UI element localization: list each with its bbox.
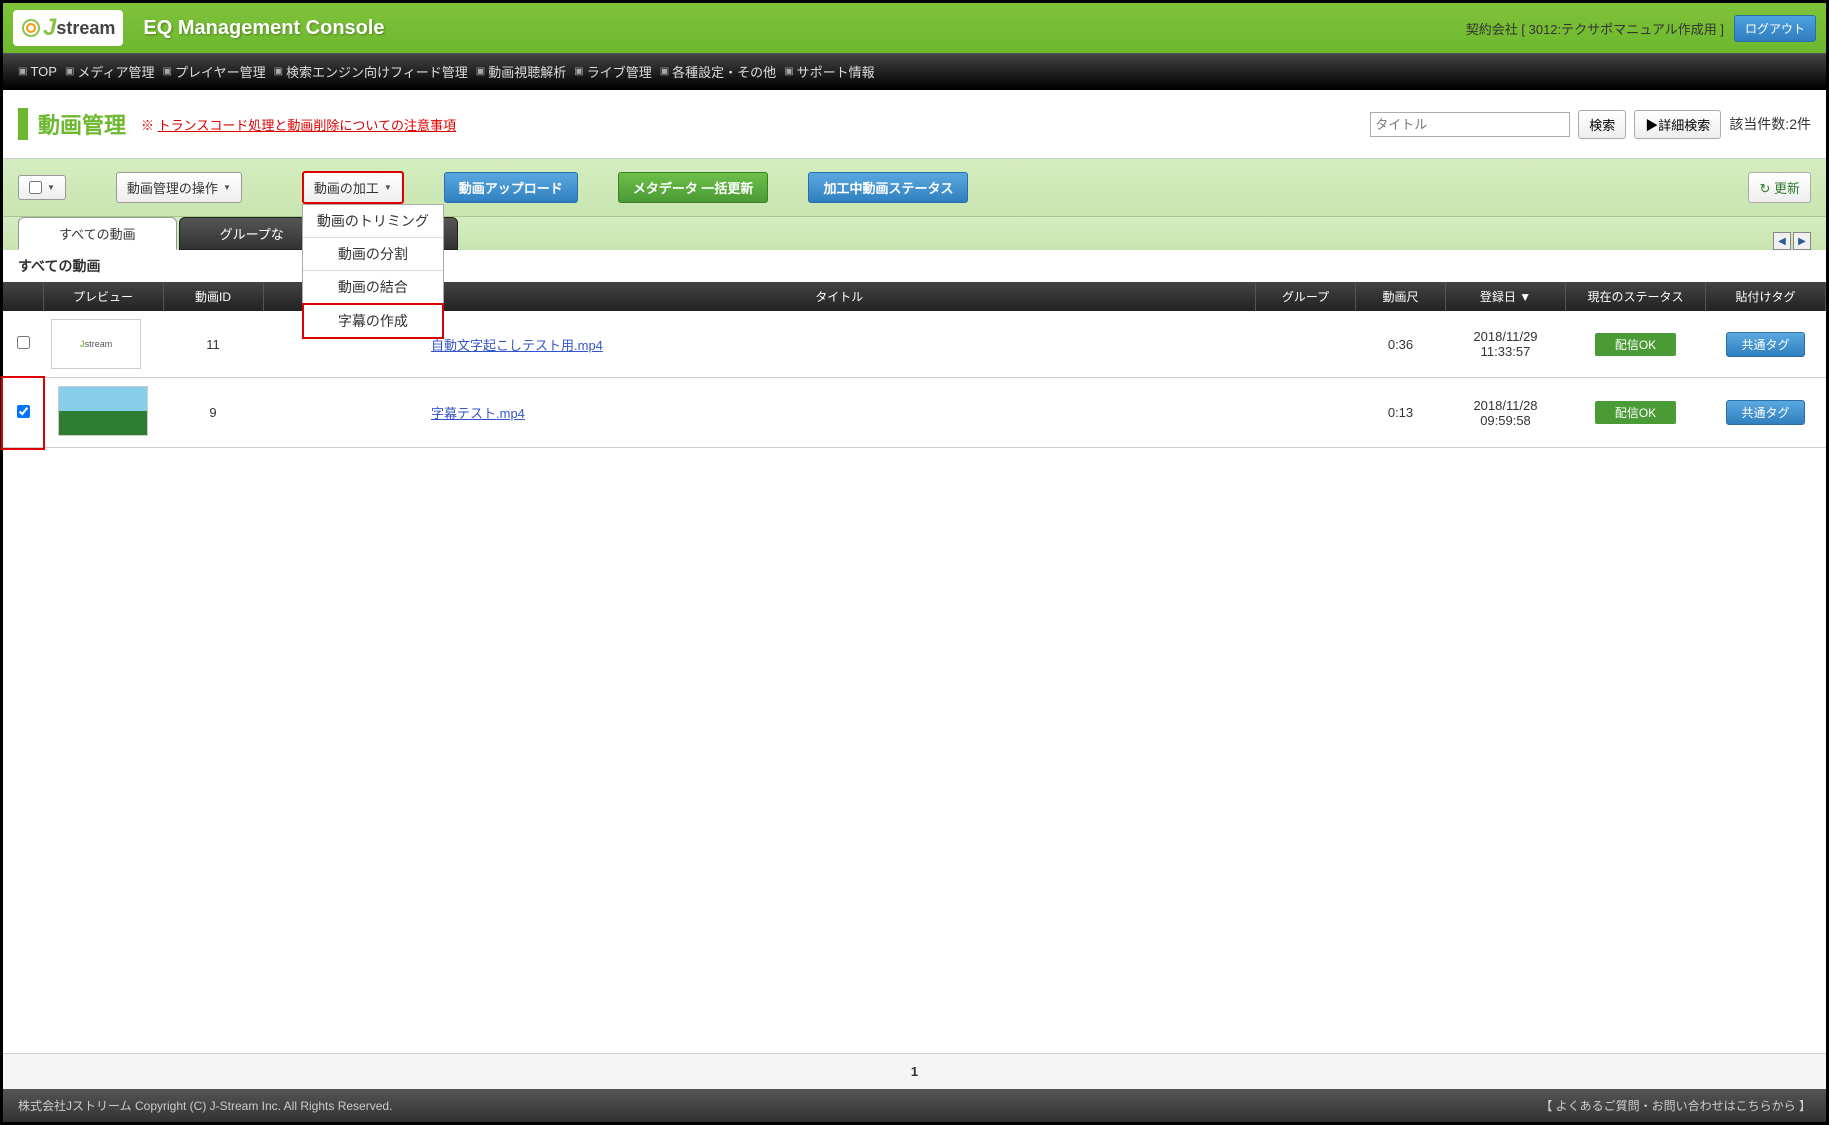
- checkbox-select-dropdown[interactable]: [18, 175, 66, 200]
- table-row: 9 字幕テスト.mp4 0:13 2018/11/2809:59:58 配信OK…: [3, 378, 1826, 448]
- toolbar: 動画管理の操作 動画の加工 動画のトリミング 動画の分割 動画の結合 字幕の作成…: [3, 159, 1826, 217]
- process-ops-menu: 動画のトリミング 動画の分割 動画の結合 字幕の作成: [302, 204, 444, 339]
- row-duration: 0:36: [1356, 311, 1446, 378]
- search-button[interactable]: 検索: [1578, 110, 1626, 139]
- row-preview: Jstream: [43, 311, 163, 378]
- page-number[interactable]: 1: [911, 1064, 918, 1079]
- detail-search-button[interactable]: ▶詳細検索: [1634, 110, 1721, 139]
- app-title: EQ Management Console: [143, 17, 384, 40]
- process-ops-dropdown[interactable]: 動画の加工: [302, 171, 404, 204]
- th-check: [3, 282, 43, 311]
- warning-note: ※ トランスコード処理と動画削除についての注意事項: [141, 115, 456, 134]
- th-status: 現在のステータス: [1566, 282, 1706, 311]
- thumbnail[interactable]: Jstream: [51, 319, 141, 369]
- row-date: 2018/11/2911:33:57: [1446, 311, 1566, 378]
- logo-text: stream: [56, 18, 115, 39]
- row-checkbox[interactable]: [17, 336, 30, 349]
- logo: J stream: [13, 10, 123, 46]
- row-title-cell: 字幕テスト.mp4: [423, 378, 1256, 448]
- menu-split[interactable]: 動画の分割: [303, 238, 443, 271]
- nav-settings[interactable]: 各種設定・その他: [660, 62, 776, 81]
- tab-all[interactable]: すべての動画: [18, 217, 177, 250]
- app-header: J stream EQ Management Console 契約会社 [ 30…: [3, 3, 1826, 53]
- row-status: 配信OK: [1566, 311, 1706, 378]
- refresh-button[interactable]: ↻ 更新: [1748, 172, 1811, 203]
- thumbnail[interactable]: [58, 386, 148, 436]
- row-tag: 共通タグ: [1706, 311, 1826, 378]
- logo-swirl-icon: [21, 18, 41, 38]
- tabs: すべての動画 グループな テストG ◀ ▶: [3, 217, 1826, 250]
- processing-status-button[interactable]: 加工中動画ステータス: [808, 172, 968, 203]
- nav-top[interactable]: TOP: [18, 62, 57, 81]
- row-checkbox-cell: [3, 311, 43, 378]
- row-checkbox-cell: [3, 378, 43, 448]
- row-id: 11: [163, 311, 263, 378]
- video-title-link[interactable]: 自動文字起こしテスト用.mp4: [431, 335, 1248, 354]
- refresh-icon: ↻: [1759, 181, 1770, 196]
- row-group: [1256, 311, 1356, 378]
- row-tag: 共通タグ: [1706, 378, 1826, 448]
- logout-button[interactable]: ログアウト: [1734, 15, 1816, 42]
- row-status: 配信OK: [1566, 378, 1706, 448]
- th-group: グループ: [1256, 282, 1356, 311]
- row-duration: 0:13: [1356, 378, 1446, 448]
- tab-next-icon[interactable]: ▶: [1793, 232, 1811, 250]
- upload-button[interactable]: 動画アップロード: [444, 172, 578, 203]
- nav-analytics[interactable]: 動画視聴解析: [476, 62, 566, 81]
- video-table: プレビュー 動画ID タイトル グループ 動画尺 登録日 ▼ 現在のステータス …: [3, 282, 1826, 448]
- footer-faq-link[interactable]: 【 よくあるご質問・お問い合わせはこちらから 】: [1540, 1097, 1811, 1114]
- row-group: [1256, 378, 1356, 448]
- search-input[interactable]: [1370, 112, 1570, 137]
- nav-media[interactable]: メディア管理: [65, 62, 155, 81]
- common-tag-button[interactable]: 共通タグ: [1726, 332, 1804, 357]
- page-bar: 動画管理 ※ トランスコード処理と動画削除についての注意事項 検索 ▶詳細検索 …: [3, 90, 1826, 159]
- th-preview: プレビュー: [43, 282, 163, 311]
- nav-feed[interactable]: 検索エンジン向けフィード管理: [274, 62, 468, 81]
- main-nav: TOP メディア管理 プレイヤー管理 検索エンジン向けフィード管理 動画視聴解析…: [3, 53, 1826, 90]
- th-duration: 動画尺: [1356, 282, 1446, 311]
- row-title-cell: 自動文字起こしテスト用.mp4: [423, 311, 1256, 378]
- th-title: タイトル: [423, 282, 1256, 311]
- logo-j: J: [43, 14, 56, 42]
- nav-player[interactable]: プレイヤー管理: [163, 62, 266, 81]
- th-id: 動画ID: [163, 282, 263, 311]
- nav-support[interactable]: サポート情報: [784, 62, 874, 81]
- row-id: 9: [163, 378, 263, 448]
- status-badge: 配信OK: [1595, 401, 1676, 424]
- footer: 株式会社Jストリーム Copyright (C) J-Stream Inc. A…: [3, 1089, 1826, 1122]
- status-badge: 配信OK: [1595, 333, 1676, 356]
- manage-ops-dropdown[interactable]: 動画管理の操作: [116, 172, 242, 203]
- th-date[interactable]: 登録日 ▼: [1446, 282, 1566, 311]
- row-date: 2018/11/2809:59:58: [1446, 378, 1566, 448]
- table-row: Jstream 11 自動文字起こしテスト用.mp4 0:36 2018/11/…: [3, 311, 1826, 378]
- tab-prev-icon[interactable]: ◀: [1773, 232, 1791, 250]
- section-subtitle: すべての動画: [3, 250, 1826, 282]
- row-preview: [43, 378, 163, 448]
- common-tag-button[interactable]: 共通タグ: [1726, 400, 1804, 425]
- meta-update-button[interactable]: メタデータ 一括更新: [618, 172, 769, 203]
- menu-merge[interactable]: 動画の結合: [303, 271, 443, 304]
- row-blank: [263, 378, 423, 448]
- menu-subtitle[interactable]: 字幕の作成: [302, 303, 444, 339]
- select-all-checkbox[interactable]: [29, 181, 42, 194]
- video-title-link[interactable]: 字幕テスト.mp4: [431, 403, 1248, 422]
- row-checkbox[interactable]: [17, 405, 30, 418]
- nav-live[interactable]: ライブ管理: [574, 62, 651, 81]
- result-count: 該当件数:2件: [1729, 114, 1811, 134]
- footer-copyright: 株式会社Jストリーム Copyright (C) J-Stream Inc. A…: [18, 1097, 392, 1114]
- pagination: 1: [3, 1053, 1826, 1089]
- warning-link[interactable]: トランスコード処理と動画削除についての注意事項: [158, 118, 456, 133]
- contract-info: 契約会社 [ 3012:テクサポマニュアル作成用 ]: [1466, 19, 1724, 38]
- page-title: 動画管理: [38, 113, 126, 138]
- th-tag: 貼付けタグ: [1706, 282, 1826, 311]
- warning-prefix: ※: [141, 118, 158, 133]
- menu-trimming[interactable]: 動画のトリミング: [303, 205, 443, 238]
